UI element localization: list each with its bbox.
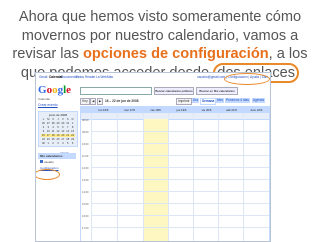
- caption-line-3-end: , a los: [268, 46, 308, 63]
- time-label: 15:00: [82, 203, 89, 206]
- tab-month[interactable]: Mes: [216, 98, 225, 103]
- create-event-link[interactable]: Crear evento: [38, 103, 58, 107]
- search-input[interactable]: [80, 87, 152, 95]
- time-label: 17:00: [82, 227, 89, 230]
- mini-calendar-day[interactable]: 6: [70, 142, 75, 145]
- day-header: mar 17/6: [123, 108, 136, 112]
- google-calendar-logo[interactable]: Google: [38, 83, 76, 97]
- nav-gmail[interactable]: Gmail: [39, 75, 47, 79]
- mini-calendar-weekday: D: [71, 118, 74, 121]
- time-label: 08:00: [82, 119, 89, 122]
- search-public-button[interactable]: Buscar calendarios públicos: [154, 87, 194, 95]
- tab-day[interactable]: Día: [192, 98, 199, 103]
- time-label: 13:00: [82, 179, 89, 182]
- day-header: sáb 21/6: [226, 108, 237, 112]
- print-button[interactable]: Imprimir: [176, 98, 192, 105]
- day-header: jue 19/6: [176, 108, 187, 112]
- tab-next-4-days[interactable]: Próximos 4 días: [225, 98, 250, 103]
- today-button[interactable]: Hoy: [80, 98, 90, 105]
- grid-line: [218, 113, 219, 241]
- caption-line-1: Ahora que hemos visto someramente cómo: [18, 9, 302, 25]
- mini-calendar-day[interactable]: 29: [70, 138, 75, 141]
- day-header: lun 16/6: [98, 108, 109, 112]
- calendar-screenshot: Gmail Calendar Documentos Fotos Reader L…: [35, 72, 271, 242]
- grid-line: [243, 113, 244, 241]
- nav-reader[interactable]: Reader: [85, 75, 95, 79]
- nav-la-web[interactable]: La Web: [96, 75, 107, 79]
- search-mine-button[interactable]: Buscar en Mis calendarios: [196, 87, 238, 95]
- all-day-row[interactable]: [81, 113, 269, 120]
- caption-line-3-start: revisar las: [12, 46, 83, 63]
- day-header: vie 20/6: [201, 108, 212, 112]
- time-label: 09:00: [82, 131, 89, 134]
- calendar-color-chip: [40, 160, 43, 163]
- day-header: mié 18/6: [150, 108, 161, 112]
- today-column: [143, 119, 168, 241]
- next-button[interactable]: ▶: [97, 98, 104, 105]
- nav-fotos[interactable]: Fotos: [76, 75, 84, 79]
- mini-calendar-day[interactable]: 15: [70, 130, 75, 133]
- calendar-toolbar: Hoy ◀ ▶ 16 – 22 de jun de 2008 Imprimir …: [80, 97, 268, 105]
- mini-calendar-day[interactable]: 1: [70, 122, 75, 125]
- grid-line: [168, 113, 169, 241]
- highlight-circle-settings: [224, 73, 270, 85]
- week-grid[interactable]: lun 16/6 mar 17/6 mié 18/6 jue 19/6 vie …: [80, 106, 270, 241]
- grid-line: [143, 113, 144, 241]
- time-label: 11:00: [82, 155, 89, 158]
- time-column: 08:00 09:00 10:00 11:00 12:00 13:00 14:0…: [81, 119, 91, 241]
- logo-subtitle: Calendar: [38, 97, 51, 101]
- caption-line-3: revisar las opciones de configuración, a…: [4, 45, 316, 64]
- prev-button[interactable]: ◀: [90, 98, 97, 105]
- time-label: 14:00: [82, 191, 89, 194]
- highlight-circle-calendar-settings: [36, 169, 60, 180]
- grid-line: [117, 113, 118, 241]
- time-label: 12:00: [82, 167, 89, 170]
- mini-calendar: junio de 2008 L M X J V S D 26 27 28 29 30 31 1 2 3 4 5 6 7…: [38, 111, 78, 147]
- time-label: 10:00: [82, 143, 89, 146]
- mini-calendar-day[interactable]: 22: [70, 134, 75, 137]
- day-header: dom 22/6: [250, 108, 263, 112]
- tab-week[interactable]: Semana: [200, 98, 217, 105]
- calendar-item-label: usuario: [44, 160, 54, 164]
- grid-line: [193, 113, 194, 241]
- date-range: 16 – 22 de jun de 2008: [105, 99, 139, 103]
- caption-highlight: opciones de configuración: [82, 46, 269, 63]
- mini-calendar-day[interactable]: 8: [70, 126, 75, 129]
- mini-calendar-grid: L M X J V S D 26 27 28 29 30 31 1 2 3 4 5 6 7 8 9 10 11 12 13 14 15…: [41, 118, 75, 145]
- tab-agenda[interactable]: Agenda: [252, 98, 265, 103]
- mini-calendar-title: junio de 2008: [48, 113, 68, 117]
- caption-line-2: movernos por nuestro calendario, vamos a: [21, 27, 299, 44]
- grid-line: [91, 113, 92, 241]
- time-label: 16:00: [82, 215, 89, 218]
- nav-mas[interactable]: Más: [107, 75, 113, 79]
